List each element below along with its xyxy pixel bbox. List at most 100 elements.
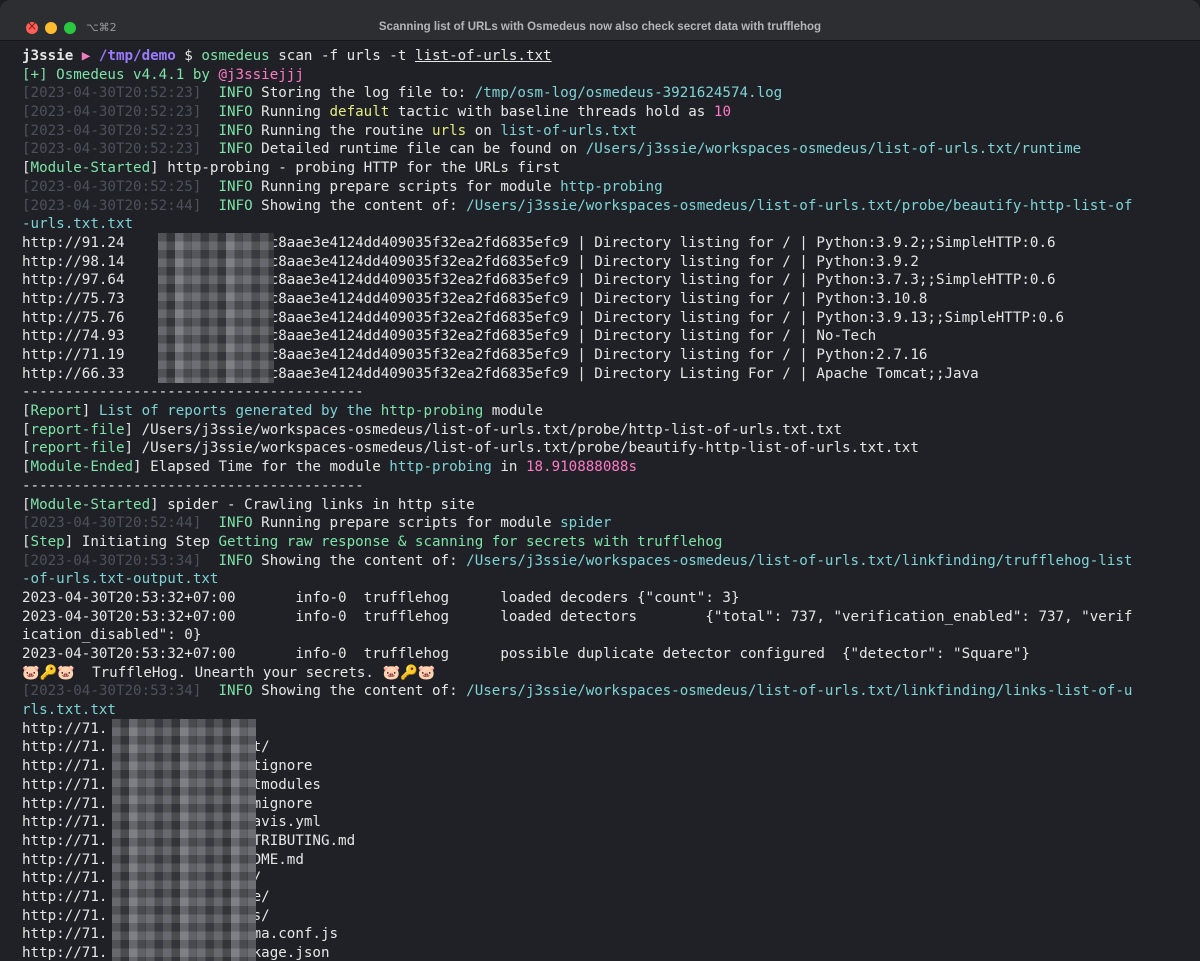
log-text: [2023-04-30T20:52:44] — [22, 197, 202, 214]
log-text: Showing the content of: — [261, 683, 467, 700]
log-text: ] Elapsed Time for the module — [133, 459, 390, 476]
log-text: http://74.93 | 3bc15c8aae3e4124dd409035f… — [22, 328, 877, 345]
log-line: [+] Osmedeus v4.4.1 by @j3ssiejjj — [22, 66, 1182, 85]
redacted-ip-mosaic — [158, 233, 274, 383]
log-line: [report-file] /Users/j3ssie/workspaces-o… — [22, 421, 1182, 440]
redacted-ip-mosaic — [112, 719, 256, 961]
log-text: Step — [30, 533, 65, 550]
log-line: [2023-04-30T20:52:44] INFO Showing the c… — [22, 197, 1182, 216]
log-line: [2023-04-30T20:52:23] INFO Running the r… — [22, 122, 1182, 141]
log-text: /Users/j3ssie/workspaces-osmedeus/list-o… — [585, 141, 1082, 158]
log-text: [2023-04-30T20:52:23] — [22, 122, 202, 139]
log-line: [Module-Started] http-probing - probing … — [22, 159, 1182, 178]
log-text: [2023-04-30T20:52:44] — [22, 515, 202, 532]
log-text: [ — [22, 440, 31, 457]
log-text: tactic with baseline threads hold as — [389, 104, 714, 121]
log-line: -of-urls.txt-output.txt — [22, 570, 1182, 589]
log-text: INFO — [201, 85, 262, 102]
log-text: INFO — [201, 197, 262, 214]
window-title: Scanning list of URLs with Osmedeus now … — [378, 21, 822, 33]
log-line: ---------------------------------------- — [22, 383, 1182, 402]
prompt-arrow-icon: ▶ — [73, 48, 99, 64]
prompt-dollar: $ — [175, 48, 202, 64]
log-line: [2023-04-30T20:53:34] INFO Showing the c… — [22, 552, 1182, 571]
log-text: [+] Osmedeus v4.4.1 by — [22, 66, 219, 83]
log-text: INFO — [201, 552, 262, 569]
log-line: 2023-04-30T20:53:32+07:00 info-0 truffle… — [22, 645, 1182, 664]
log-text: urls — [432, 122, 467, 139]
log-text: ] — [81, 403, 99, 420]
log-text: [ — [22, 160, 31, 177]
terminal-output[interactable]: j3ssie ▶ /tmp/demo $ osmedeus scan -f ur… — [22, 47, 1182, 961]
log-text: [2023-04-30T20:53:34] — [22, 683, 202, 700]
log-text: 🐷🔑🐷 TruffleHog. Unearth your secrets. 🐷🔑… — [22, 664, 436, 681]
command-name: osmedeus — [201, 48, 270, 64]
log-text: [ — [22, 459, 31, 476]
log-text: Showing the content of: — [261, 552, 467, 569]
log-text: 2023-04-30T20:53:32+07:00 info-0 truffle… — [22, 608, 1133, 625]
log-text: Running prepare scripts for module — [261, 178, 561, 195]
log-text: http://98.14 | 3bc15c8aae3e4124dd409035f… — [22, 253, 919, 270]
log-text: Report — [30, 403, 82, 420]
log-text: 2023-04-30T20:53:32+07:00 info-0 truffle… — [22, 646, 1030, 662]
log-text: Module-Started — [30, 496, 151, 513]
log-line: [2023-04-30T20:53:34] INFO Showing the c… — [22, 682, 1182, 701]
log-text: Running — [261, 104, 330, 121]
log-text: Module-Ended — [30, 459, 134, 476]
log-text: on — [466, 122, 501, 139]
log-text: [ — [22, 421, 31, 438]
log-text: /Users/j3ssie/workspaces-osmedeus/list-o… — [466, 197, 1133, 214]
log-line: ication_disabled": 0} — [22, 626, 1182, 645]
log-text: report-file — [30, 421, 125, 438]
log-line: ---------------------------------------- — [22, 477, 1182, 496]
log-text: Detailed runtime file can be found on — [261, 141, 586, 158]
log-text: INFO — [201, 683, 262, 700]
log-text: [2023-04-30T20:52:23] — [22, 85, 202, 102]
command-prompt: j3ssie ▶ /tmp/demo $ osmedeus scan -f ur… — [22, 47, 1182, 66]
log-text: ] spider - Crawling links in http site — [150, 496, 475, 513]
log-text: INFO — [201, 515, 262, 532]
log-line: [2023-04-30T20:52:23] INFO Detailed runt… — [22, 140, 1182, 159]
log-text: report-file — [30, 440, 125, 457]
log-text: List of reports generated by the — [98, 403, 381, 420]
prompt-path: /tmp/demo — [98, 48, 176, 64]
log-text: [2023-04-30T20:52:25] — [22, 178, 202, 195]
log-text: [ — [22, 403, 31, 420]
command-target: list-of-urls.txt — [414, 48, 552, 64]
prompt-user: j3ssie — [22, 48, 74, 64]
log-text: [ — [22, 533, 31, 550]
log-text: INFO — [201, 104, 262, 121]
log-line: 🐷🔑🐷 TruffleHog. Unearth your secrets. 🐷🔑… — [22, 664, 1182, 683]
log-text: -of-urls.txt-output.txt — [22, 571, 219, 588]
title-bar: ⌥⌘2 Scanning list of URLs with Osmedeus … — [0, 0, 1200, 41]
log-line: [2023-04-30T20:52:25] INFO Running prepa… — [22, 178, 1182, 197]
log-text: ication_disabled": 0} — [22, 627, 202, 644]
log-text: ---------------------------------------- — [22, 384, 364, 401]
log-line: [report-file] /Users/j3ssie/workspaces-o… — [22, 439, 1182, 458]
log-text: spider — [560, 515, 612, 532]
log-text: Showing the content of: — [261, 197, 467, 214]
log-text: [2023-04-30T20:53:34] — [22, 552, 202, 569]
log-text: INFO — [201, 178, 262, 195]
log-text: /Users/j3ssie/workspaces-osmedeus/list-o… — [466, 683, 1133, 700]
log-text: INFO — [201, 141, 262, 158]
log-text: Module-Started — [30, 160, 151, 177]
terminal-window: ⌥⌘2 Scanning list of URLs with Osmedeus … — [0, 0, 1200, 961]
log-line: [Step] Initiating Step Getting raw respo… — [22, 533, 1182, 552]
log-text: default — [329, 104, 390, 121]
log-text: /tmp/osm-log/osmedeus-3921624574.log — [474, 85, 783, 102]
log-text: ] /Users/j3ssie/workspaces-osmedeus/list… — [124, 421, 843, 438]
log-text: http-probing — [389, 459, 492, 476]
log-text: INFO — [201, 122, 262, 139]
log-text: ] Initiating Step — [64, 533, 219, 550]
log-text: [2023-04-30T20:52:23] — [22, 141, 202, 158]
log-text: module — [483, 403, 544, 420]
log-text: 10 — [713, 104, 731, 121]
log-text: 2023-04-30T20:53:32+07:00 info-0 truffle… — [22, 589, 740, 606]
log-text: @j3ssiejjj — [218, 66, 304, 83]
log-text: 18.910888088s — [525, 459, 638, 476]
log-line: -urls.txt.txt — [22, 215, 1182, 234]
log-line: [2023-04-30T20:52:23] INFO Running defau… — [22, 103, 1182, 122]
log-text: http-probing — [560, 178, 663, 195]
log-text: list-of-urls.txt — [500, 122, 638, 139]
